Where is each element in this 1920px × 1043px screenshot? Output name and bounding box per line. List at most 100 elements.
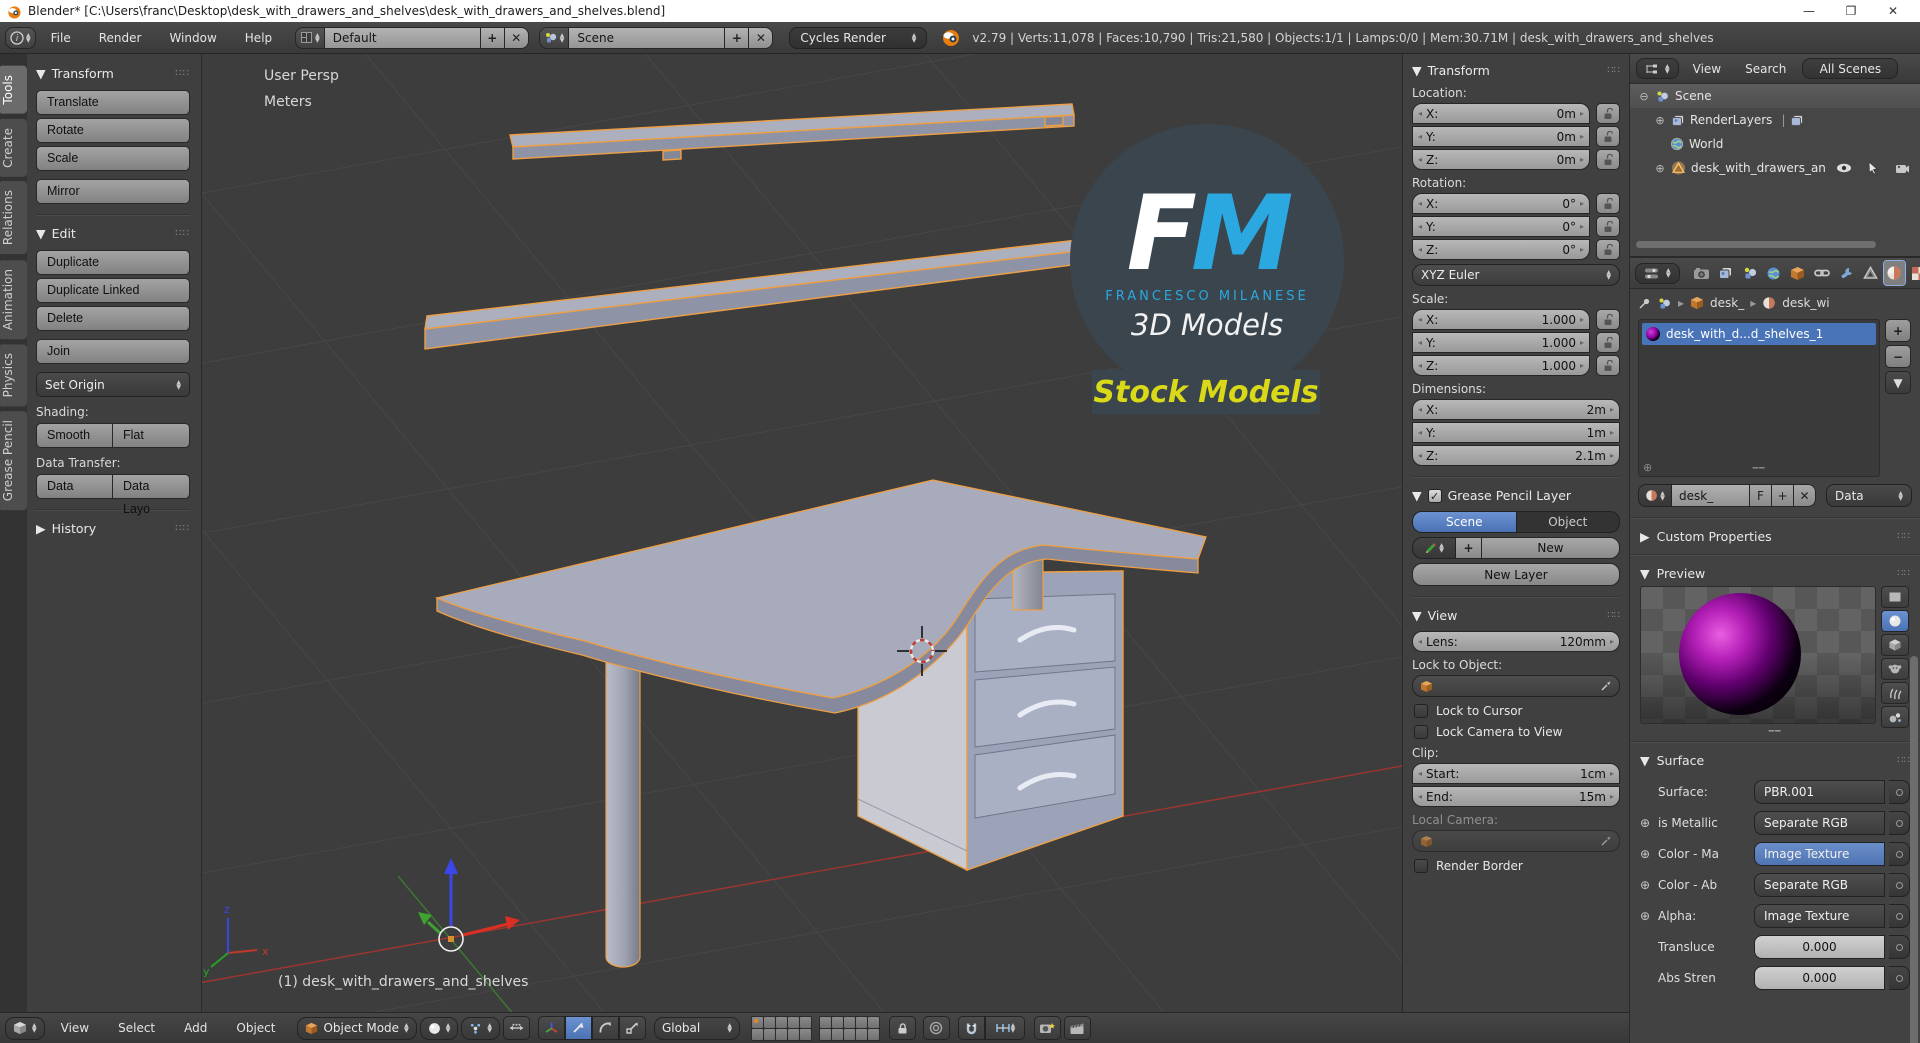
outliner-item-scene[interactable]: ⊖ Scene [1630, 84, 1920, 108]
preview-hair-button[interactable] [1881, 682, 1909, 704]
clip-end-field[interactable]: ◂ End: 15m ▸ [1412, 786, 1620, 807]
panel-grip-icon[interactable]: ∷∷ [175, 228, 190, 239]
data-button[interactable]: Data [36, 474, 113, 499]
preview-cube-button[interactable] [1881, 634, 1909, 656]
expand-icon[interactable]: ⊕ [1640, 847, 1654, 861]
delete-button[interactable]: Delete [36, 306, 190, 331]
gp-new-button[interactable]: New [1482, 537, 1620, 559]
location-z-field[interactable]: ◂ Z: 0m ▸ [1412, 149, 1590, 170]
preview-monkey-button[interactable] [1881, 658, 1909, 680]
dimension-y-field[interactable]: ◂ Y: 1m ▸ [1412, 422, 1620, 443]
tab-relations[interactable]: Relations [0, 181, 27, 255]
scale-x-field[interactable]: ◂ X: 1.000 ▸ [1412, 309, 1590, 330]
mode-select[interactable]: Object Mode ▲ ▼ [297, 1016, 417, 1040]
layer-grid-left[interactable] [750, 1015, 812, 1041]
lock-to-object-field[interactable] [1412, 675, 1620, 697]
preview-particles-button[interactable] [1881, 706, 1909, 728]
gp-scene-tab[interactable]: Scene [1412, 511, 1517, 533]
surface-shader-select[interactable]: PBR.001 [1754, 780, 1885, 804]
menu-select[interactable]: Select [105, 1018, 168, 1038]
render-layers-tab[interactable] [1715, 261, 1736, 285]
expand-icon[interactable]: ⊕ [1640, 816, 1654, 830]
translate-button[interactable]: Translate [36, 90, 190, 115]
panel-grip-icon[interactable]: ∷∷ [1607, 65, 1620, 76]
panel-grip-icon[interactable]: ∷∷ [1897, 531, 1910, 542]
abs-strength-field[interactable]: 0.000 [1754, 966, 1885, 990]
render-tab[interactable] [1691, 261, 1712, 285]
lock-icon[interactable] [1596, 309, 1620, 330]
grease-pencil-panel-header[interactable]: ▼ ✓ Grease Pencil Layer [1412, 488, 1620, 503]
add-slot-icon[interactable]: ⊕ [1643, 461, 1652, 474]
duplicate-button[interactable]: Duplicate [36, 250, 190, 275]
panel-grip-icon[interactable]: ∷∷ [1897, 568, 1910, 579]
gp-object-tab[interactable]: Object [1516, 511, 1620, 533]
menu-view[interactable]: View [48, 1018, 102, 1038]
object-origin-gizmo[interactable] [418, 858, 520, 952]
set-origin-select[interactable]: Set Origin ▲ ▼ [36, 372, 190, 397]
menu-object[interactable]: Object [223, 1018, 288, 1038]
tab-physics[interactable]: Physics [0, 343, 27, 407]
scene-name-field[interactable]: Scene [569, 26, 726, 49]
node-socket-icon[interactable] [1889, 966, 1910, 990]
add-scene-button[interactable]: + [725, 26, 750, 49]
material-link-select[interactable]: Data ▲ ▼ [1826, 484, 1912, 507]
properties-editor-select[interactable]: ▲ ▼ [1635, 262, 1680, 284]
transform-panel-header[interactable]: ▼ Transform ∷∷ [1412, 63, 1620, 78]
outliner-display-select[interactable]: ▲ ▼ [1636, 58, 1679, 79]
outliner-item-renderlayers[interactable]: ⊕ RenderLayers | [1630, 108, 1920, 132]
menu-render[interactable]: Render [86, 28, 155, 48]
lock-icon[interactable] [1596, 103, 1620, 124]
close-icon[interactable]: ✕ [1872, 4, 1914, 18]
color-ma-select[interactable]: Image Texture [1754, 842, 1885, 866]
transform-panel-header[interactable]: ▼ Transform ∷∷ [36, 66, 190, 81]
new-material-icon[interactable]: + [1772, 484, 1794, 507]
manipulator-toggle[interactable] [537, 1016, 565, 1040]
outliner-scrollbar[interactable] [1636, 241, 1876, 248]
slot-add-button[interactable]: + [1885, 319, 1911, 342]
pivot-align-toggle[interactable] [502, 1016, 530, 1040]
history-panel-header[interactable]: ▶ History ∷∷ [36, 521, 190, 536]
viewport-editor-select[interactable]: ▲ ▼ [5, 1016, 45, 1040]
smooth-button[interactable]: Smooth [36, 423, 113, 448]
screen-layout-field[interactable]: Default [324, 26, 481, 49]
world-tab[interactable] [1763, 261, 1784, 285]
panel-grip-icon[interactable]: ∷∷ [175, 68, 190, 79]
rotation-order-select[interactable]: XYZ Euler ▲ ▼ [1412, 264, 1620, 286]
edit-panel-header[interactable]: ▼ Edit ∷∷ [36, 226, 190, 241]
desk-leg[interactable] [605, 651, 641, 968]
outliner-item-world[interactable]: World [1630, 132, 1920, 156]
node-socket-icon[interactable] [1889, 935, 1910, 959]
expand-icon[interactable]: ⊕ [1654, 114, 1666, 127]
node-socket-icon[interactable] [1889, 780, 1910, 804]
join-button[interactable]: Join [36, 339, 190, 364]
shelf-boards[interactable] [424, 103, 1096, 350]
outliner-item-object[interactable]: ⊕ desk_with_drawers_an [1630, 156, 1920, 180]
rotate-button[interactable]: Rotate [36, 118, 190, 143]
tab-create[interactable]: Create [0, 118, 27, 177]
slot-specials-button[interactable]: ▼ [1885, 371, 1911, 394]
panel-grip-icon[interactable]: ∷∷ [1607, 610, 1620, 621]
snap-element-select[interactable]: ▲ ▼ [984, 1016, 1025, 1040]
data-layout-button[interactable]: Data Layo [113, 474, 190, 516]
expand-icon[interactable]: ⊕ [1640, 909, 1654, 923]
outliner-menu-search[interactable]: Search [1735, 59, 1796, 79]
scene-selector[interactable]: ▲ ▼ [538, 26, 570, 49]
lock-to-cursor-checkbox[interactable] [1414, 704, 1428, 718]
rotation-x-field[interactable]: ◂ X: 0° ▸ [1412, 193, 1590, 214]
scale-button[interactable]: Scale [36, 146, 190, 171]
material-name-field[interactable]: desk_ [1672, 484, 1750, 507]
surface-panel-header[interactable]: ▼ Surface ∷∷ [1630, 748, 1920, 773]
lock-icon[interactable] [1596, 216, 1620, 237]
rotation-y-field[interactable]: ◂ Y: 0° ▸ [1412, 216, 1590, 237]
expand-icon[interactable]: ⊕ [1640, 878, 1654, 892]
camera-renderable-icon[interactable] [1895, 163, 1910, 174]
breadcrumb-object[interactable]: desk_ [1710, 296, 1744, 310]
eyedropper-icon[interactable] [1600, 680, 1612, 692]
preview-flat-button[interactable] [1881, 586, 1909, 608]
panel-grip-icon[interactable]: ∷∷ [175, 523, 190, 534]
dimension-z-field[interactable]: ◂ Z: 2.1m ▸ [1412, 445, 1620, 466]
node-socket-icon[interactable] [1889, 811, 1910, 835]
collapse-icon[interactable]: ⊖ [1638, 90, 1650, 103]
slot-remove-button[interactable]: − [1885, 345, 1911, 368]
lock-icon[interactable] [1596, 355, 1620, 376]
